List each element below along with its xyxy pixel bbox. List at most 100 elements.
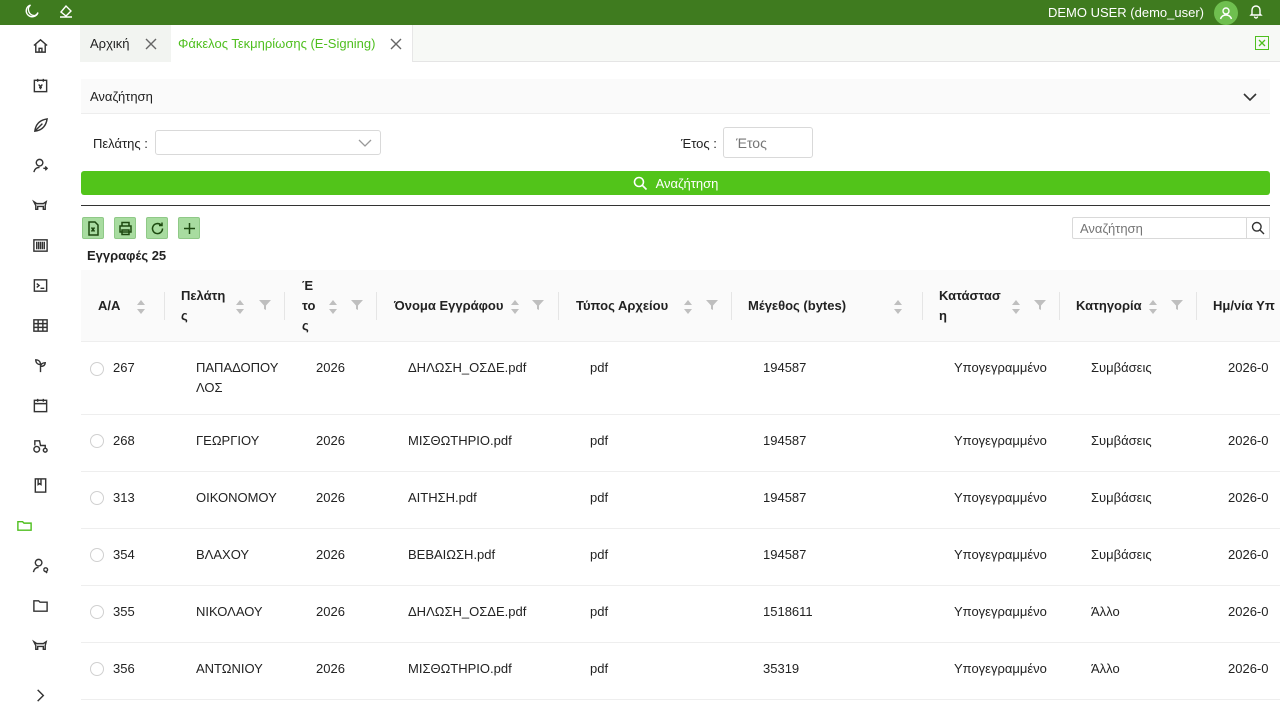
refresh-button[interactable] xyxy=(146,217,168,239)
add-button[interactable] xyxy=(178,217,200,239)
export-excel-button[interactable] xyxy=(82,217,104,239)
cell-date: 2026-0 xyxy=(1228,661,1269,676)
cell-aa: 356 xyxy=(113,661,135,676)
cell-year: 2026 xyxy=(316,547,345,562)
sidebar-item-book[interactable] xyxy=(0,465,80,505)
column-header-aa[interactable]: Α/Α xyxy=(98,270,168,342)
theme-paint-icon[interactable] xyxy=(58,3,74,22)
plus-icon xyxy=(183,222,195,234)
filter-icon[interactable] xyxy=(1171,299,1183,311)
row-select-radio[interactable] xyxy=(90,605,104,619)
user-name[interactable]: DEMO USER (demo_user) xyxy=(1048,5,1204,20)
table-row[interactable]: 356 ΑΝΤΩΝΙΟΥ 2026 ΜΙΣΘΩΤΗΡΙΟ.pdf pdf 35319 Υπο… xyxy=(81,643,1280,700)
table-row[interactable]: 313 ΟΙΚΟΝΟΜΟΥ 2026 ΑΙΤΗΣΗ.pdf pdf 194587 Υπογε… xyxy=(81,472,1280,529)
table-search-button[interactable] xyxy=(1246,217,1270,239)
sort-icon[interactable] xyxy=(1148,297,1158,317)
table-row[interactable]: 355 ΝΙΚΟΛΑΟΥ 2026 ΔΗΛΩΣΗ_ΟΣΔΕ.pdf pdf 1518611… xyxy=(81,586,1280,643)
tab-esigning[interactable]: Φάκελος Τεκμηρίωσης (E-Signing) xyxy=(171,25,413,62)
cell-doc: ΔΗΛΩΣΗ_ΟΣΔΕ.pdf xyxy=(408,604,527,619)
sort-icon[interactable] xyxy=(235,297,245,317)
year-input[interactable] xyxy=(723,127,813,158)
cell-size: 194587 xyxy=(763,433,807,448)
sidebar-item-users[interactable] xyxy=(0,145,80,185)
search-panel-title: Αναζήτηση xyxy=(90,88,153,104)
table-row[interactable]: 268 ΓΕΩΡΓΙΟΥ 2026 ΜΙΣΘΩΤΗΡΙΟ.pdf pdf 194587 Υπ… xyxy=(81,415,1280,472)
search-button[interactable]: Αναζήτηση xyxy=(81,171,1270,195)
column-header-date[interactable]: Ημ/νία Υπ xyxy=(1213,270,1280,342)
sidebar-item-tractor[interactable] xyxy=(0,425,80,465)
close-icon[interactable] xyxy=(389,37,403,51)
sidebar-item-documents[interactable] xyxy=(0,505,80,545)
sort-icon[interactable] xyxy=(683,297,693,317)
column-header-file-type[interactable]: Τύπος Αρχείου xyxy=(576,270,726,342)
cell-aa: 355 xyxy=(113,604,135,619)
column-header-category[interactable]: Κατηγορία xyxy=(1076,270,1196,342)
row-select-radio[interactable] xyxy=(90,491,104,505)
sidebar-item-livestock[interactable] xyxy=(0,185,80,225)
user-search-icon xyxy=(32,558,48,574)
sidebar-item-animals[interactable] xyxy=(0,625,80,665)
sidebar-item-console[interactable] xyxy=(0,265,80,305)
user-avatar-icon[interactable] xyxy=(1214,0,1238,25)
search-panel-header[interactable]: Αναζήτηση xyxy=(81,79,1270,114)
folder-icon xyxy=(32,599,48,612)
close-all-tabs-icon[interactable] xyxy=(1255,36,1269,50)
sidebar-item-payments[interactable] xyxy=(0,65,80,105)
filter-icon[interactable] xyxy=(532,299,544,311)
sidebar-item-barcode[interactable] xyxy=(0,225,80,265)
row-select-radio[interactable] xyxy=(90,434,104,448)
excel-file-icon xyxy=(87,220,99,236)
sidebar-item-calendar[interactable] xyxy=(0,385,80,425)
cell-status: Υπογεγραμμένο xyxy=(954,661,1047,676)
filter-icon[interactable] xyxy=(351,299,363,311)
cell-status: Υπογεγραμμένο xyxy=(954,547,1047,562)
tab-label: Φάκελος Τεκμηρίωσης (E-Signing) xyxy=(178,36,376,51)
sort-icon[interactable] xyxy=(1011,297,1021,317)
home-icon xyxy=(32,38,48,53)
sort-icon[interactable] xyxy=(136,297,146,317)
sort-icon[interactable] xyxy=(893,297,903,317)
cell-year: 2026 xyxy=(316,433,345,448)
book-icon xyxy=(34,477,46,493)
sidebar-item-table[interactable] xyxy=(0,305,80,345)
cell-date: 2026-0 xyxy=(1228,547,1269,562)
table-row[interactable]: 354 ΒΛΑΧΟΥ 2026 ΒΕΒΑΙΩΣΗ.pdf pdf 194587 Υπογεγ… xyxy=(81,529,1280,586)
column-header-client[interactable]: Πελάτης xyxy=(181,270,271,342)
sidebar-item-user-search[interactable] xyxy=(0,545,80,585)
client-select[interactable] xyxy=(155,130,381,155)
terminal-icon xyxy=(33,278,47,292)
table-search-input[interactable] xyxy=(1072,217,1247,239)
row-select-radio[interactable] xyxy=(90,548,104,562)
filter-icon[interactable] xyxy=(259,299,271,311)
row-select-radio[interactable] xyxy=(90,662,104,676)
print-button[interactable] xyxy=(114,217,136,239)
sprout-icon xyxy=(34,358,46,372)
cell-year: 2026 xyxy=(316,490,345,505)
cell-doc: ΒΕΒΑΙΩΣΗ.pdf xyxy=(408,547,496,562)
column-header-size[interactable]: Μέγεθος (bytes) xyxy=(748,270,928,342)
sort-icon[interactable] xyxy=(510,297,520,317)
column-header-document-name[interactable]: Όνομα Εγγράφου xyxy=(394,270,559,342)
sidebar xyxy=(0,25,80,720)
filter-icon[interactable] xyxy=(1034,299,1046,311)
sidebar-item-crops[interactable] xyxy=(0,105,80,145)
dark-mode-icon[interactable] xyxy=(24,3,40,22)
notification-bell-icon[interactable] xyxy=(1248,3,1264,22)
column-header-status[interactable]: Κατάσταση xyxy=(939,270,1059,342)
close-icon[interactable] xyxy=(144,37,158,51)
table-row[interactable]: 267 ΠΑΠΑΔΟΠΟΥΛΟΣ 2026 ΔΗΛΩΣΗ_ΟΣΔΕ.pdf pdf 194… xyxy=(81,342,1280,415)
calendar-icon xyxy=(33,398,47,412)
column-header-year[interactable]: Έτος xyxy=(302,270,363,342)
column-separator xyxy=(1196,292,1197,320)
tab-home[interactable]: Αρχική xyxy=(80,25,171,62)
search-button-label: Αναζήτηση xyxy=(655,175,719,191)
sidebar-item-home[interactable] xyxy=(0,25,80,65)
sidebar-item-folder[interactable] xyxy=(0,585,80,625)
sort-icon[interactable] xyxy=(328,297,338,317)
row-select-radio[interactable] xyxy=(90,362,104,376)
sidebar-item-plant[interactable] xyxy=(0,345,80,385)
filter-icon[interactable] xyxy=(706,299,718,311)
sidebar-expand[interactable] xyxy=(0,675,80,715)
chevron-down-icon[interactable] xyxy=(1242,89,1258,108)
cell-status: Υπογεγραμμένο xyxy=(954,604,1047,619)
